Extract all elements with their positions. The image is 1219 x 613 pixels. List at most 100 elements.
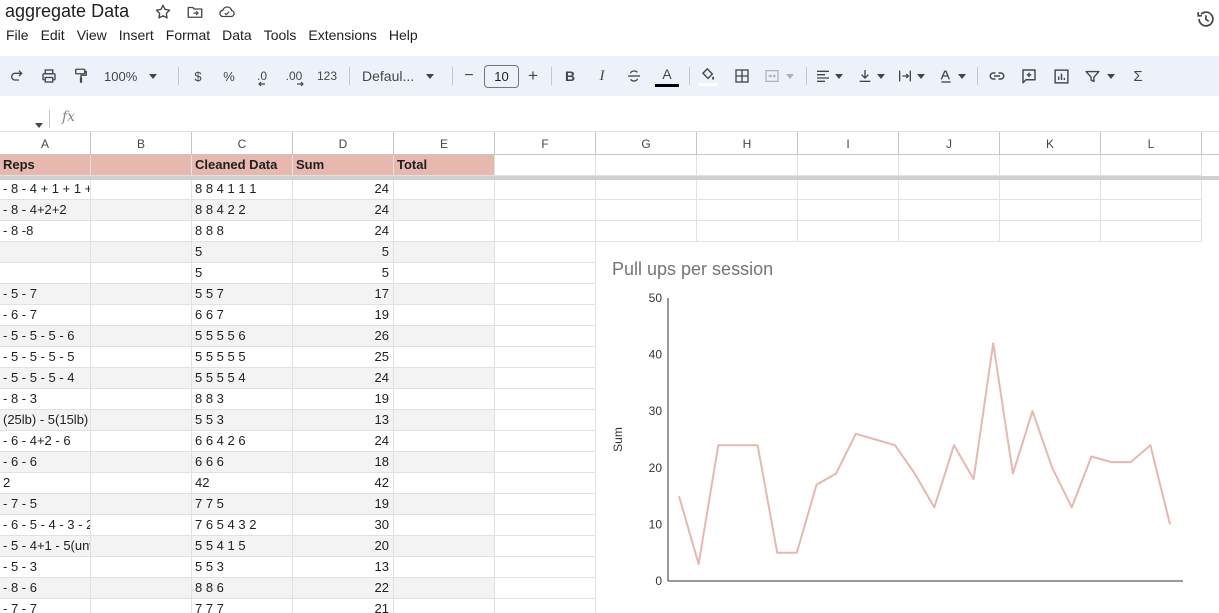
- cell-total[interactable]: [394, 179, 495, 200]
- cell-empty[interactable]: [697, 200, 798, 221]
- cell-cleaned-data[interactable]: 5: [192, 263, 293, 284]
- cell-b[interactable]: [91, 347, 192, 368]
- cell-empty[interactable]: [697, 221, 798, 242]
- cell-empty[interactable]: [596, 221, 697, 242]
- cell-b[interactable]: [91, 452, 192, 473]
- header-cell-b[interactable]: [91, 155, 192, 176]
- frozen-rows-divider[interactable]: [0, 176, 1219, 180]
- cell-b[interactable]: [91, 389, 192, 410]
- cell-b[interactable]: [91, 515, 192, 536]
- column-header-f[interactable]: F: [495, 132, 596, 155]
- cell-cleaned-data[interactable]: 8 8 4 2 2: [192, 200, 293, 221]
- borders-icon[interactable]: [732, 56, 752, 96]
- cell-cleaned-data[interactable]: 7 6 5 4 3 2: [192, 515, 293, 536]
- cell-b[interactable]: [91, 536, 192, 557]
- cell-total[interactable]: [394, 494, 495, 515]
- cell-empty[interactable]: [798, 221, 899, 242]
- insert-link-icon[interactable]: [987, 56, 1007, 96]
- cell-empty[interactable]: [495, 221, 596, 242]
- horizontal-align-icon[interactable]: [815, 56, 847, 96]
- cell-sum[interactable]: 18: [293, 452, 394, 473]
- paint-format-icon[interactable]: [70, 56, 92, 96]
- cell-cleaned-data[interactable]: 5 5 7: [192, 284, 293, 305]
- column-header-e[interactable]: E: [394, 132, 495, 155]
- cell-empty[interactable]: [899, 221, 1000, 242]
- cell-sum[interactable]: 30: [293, 515, 394, 536]
- cell-empty[interactable]: [697, 179, 798, 200]
- header-cell-reps[interactable]: Reps: [0, 155, 91, 176]
- cell-total[interactable]: [394, 326, 495, 347]
- cell-b[interactable]: [91, 284, 192, 305]
- cell-sum[interactable]: 5: [293, 263, 394, 284]
- cell-reps[interactable]: - 6 - 7: [0, 305, 91, 326]
- cell-sum[interactable]: 25: [293, 347, 394, 368]
- cell-sum[interactable]: 13: [293, 410, 394, 431]
- cell-reps[interactable]: - 5 - 5 - 5 - 5: [0, 347, 91, 368]
- cell-reps[interactable]: (25lb) - 5(15lb) -3: [0, 410, 91, 431]
- cell-reps[interactable]: - 7 - 5: [0, 494, 91, 515]
- cell-total[interactable]: [394, 221, 495, 242]
- cell-cleaned-data[interactable]: 7 7 5: [192, 494, 293, 515]
- cell-cleaned-data[interactable]: 5 5 5 5 6: [192, 326, 293, 347]
- column-header-l[interactable]: L: [1101, 132, 1202, 155]
- column-header-a[interactable]: A: [0, 132, 91, 155]
- cell-empty[interactable]: [495, 599, 596, 613]
- cell-reps[interactable]: - 5 - 5 - 5 - 4: [0, 368, 91, 389]
- menu-extensions[interactable]: Extensions: [302, 25, 382, 47]
- cell-reps[interactable]: - 8 - 6: [0, 578, 91, 599]
- cell-b[interactable]: [91, 179, 192, 200]
- column-header-b[interactable]: B: [91, 132, 192, 155]
- cell-reps[interactable]: - 6 - 5 - 4 - 3 - 2 - 3: [0, 515, 91, 536]
- document-title[interactable]: aggregate Data: [5, 1, 129, 22]
- cell-cleaned-data[interactable]: 6 6 6: [192, 452, 293, 473]
- cell-reps[interactable]: - 6 - 4+2 - 6: [0, 431, 91, 452]
- cell-total[interactable]: [394, 452, 495, 473]
- menu-insert[interactable]: Insert: [113, 25, 160, 47]
- cell-empty[interactable]: [697, 155, 798, 176]
- cell-reps[interactable]: - 5 - 4+1 - 5(unweighted): [0, 536, 91, 557]
- cell-empty[interactable]: [1101, 221, 1202, 242]
- cell-empty[interactable]: [1000, 200, 1101, 221]
- cell-empty[interactable]: [495, 326, 596, 347]
- cell-reps[interactable]: [0, 242, 91, 263]
- cell-empty[interactable]: [798, 155, 899, 176]
- cell-empty[interactable]: [1101, 200, 1202, 221]
- currency-format-button[interactable]: $: [190, 56, 206, 96]
- cell-total[interactable]: [394, 599, 495, 613]
- cell-empty[interactable]: [495, 347, 596, 368]
- text-color-button[interactable]: A: [654, 56, 680, 96]
- print-icon[interactable]: [38, 56, 60, 96]
- insert-chart-icon[interactable]: [1051, 56, 1071, 96]
- cell-b[interactable]: [91, 200, 192, 221]
- cell-total[interactable]: [394, 368, 495, 389]
- cell-cleaned-data[interactable]: 5 5 3: [192, 410, 293, 431]
- cell-b[interactable]: [91, 263, 192, 284]
- cell-sum[interactable]: 19: [293, 494, 394, 515]
- line-chart[interactable]: Pull ups per session 0 10 20 30 40 50 Sum: [596, 242, 1202, 613]
- cell-empty[interactable]: [495, 284, 596, 305]
- cell-empty[interactable]: [495, 368, 596, 389]
- cell-sum[interactable]: 17: [293, 284, 394, 305]
- cell-cleaned-data[interactable]: 42: [192, 473, 293, 494]
- cell-sum[interactable]: 13: [293, 557, 394, 578]
- decrease-font-size-button[interactable]: −: [461, 56, 477, 96]
- cell-b[interactable]: [91, 305, 192, 326]
- cell-empty[interactable]: [495, 410, 596, 431]
- cell-empty[interactable]: [495, 200, 596, 221]
- menu-data[interactable]: Data: [216, 25, 258, 47]
- cell-empty[interactable]: [899, 200, 1000, 221]
- cell-total[interactable]: [394, 347, 495, 368]
- cell-cleaned-data[interactable]: 5 5 5 5 5: [192, 347, 293, 368]
- cell-reps[interactable]: - 5 - 3: [0, 557, 91, 578]
- cell-sum[interactable]: 24: [293, 368, 394, 389]
- cell-empty[interactable]: [1101, 155, 1202, 176]
- column-header-h[interactable]: H: [697, 132, 798, 155]
- cell-empty[interactable]: [596, 155, 697, 176]
- text-rotation-icon[interactable]: [938, 56, 970, 96]
- cell-empty[interactable]: [596, 179, 697, 200]
- cell-cleaned-data[interactable]: 5 5 4 1 5: [192, 536, 293, 557]
- cell-total[interactable]: [394, 242, 495, 263]
- cell-empty[interactable]: [495, 305, 596, 326]
- cell-empty[interactable]: [899, 179, 1000, 200]
- filter-icon[interactable]: [1084, 56, 1120, 96]
